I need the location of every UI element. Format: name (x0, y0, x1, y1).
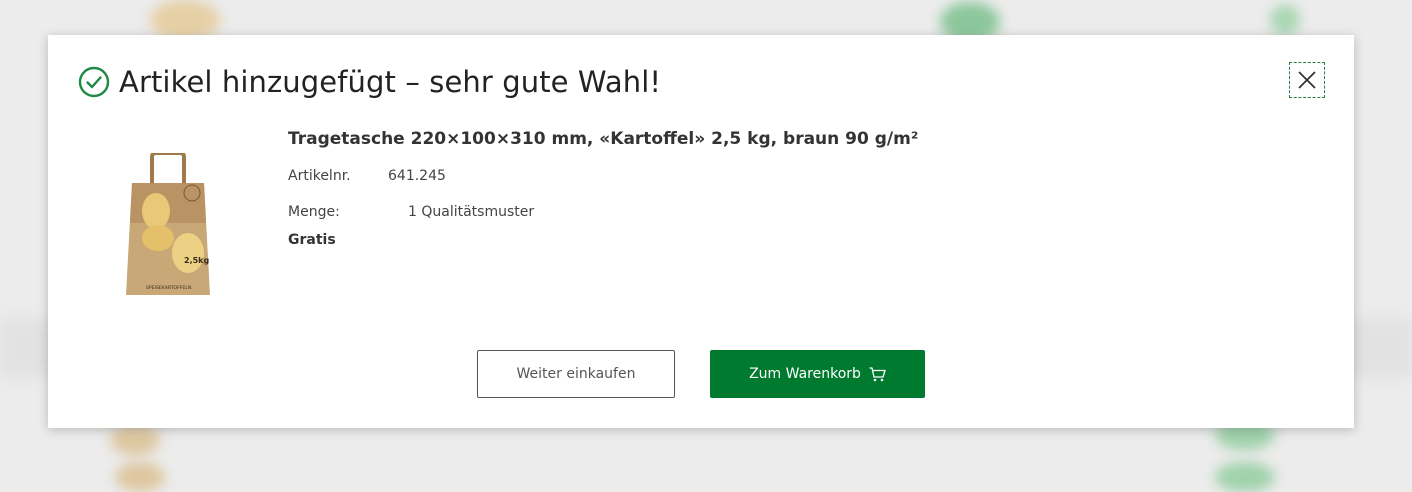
background-shape (1270, 5, 1300, 35)
add-to-cart-dialog: Artikel hinzugefügt – sehr gute Wahl! 2,… (48, 35, 1354, 428)
continue-shopping-button[interactable]: Weiter einkaufen (477, 350, 675, 398)
dialog-title: Artikel hinzugefügt – sehr gute Wahl! (119, 65, 662, 99)
go-to-cart-button[interactable]: Zum Warenkorb (710, 350, 925, 398)
background-shape (150, 0, 220, 40)
background-shape (1215, 462, 1275, 492)
dialog-header: Artikel hinzugefügt – sehr gute Wahl! (78, 65, 661, 99)
go-to-cart-label: Zum Warenkorb (749, 366, 861, 382)
article-number-label: Artikelnr. (288, 168, 351, 184)
check-circle-icon (78, 66, 110, 98)
article-number-value: 641.245 (388, 168, 446, 184)
product-details: Tragetasche 220×100×310 mm, «Kartoffel» … (288, 129, 919, 248)
close-button[interactable] (1289, 62, 1325, 98)
product-image: 2,5kg SPEISEKARTOFFELN (126, 153, 210, 295)
quantity-label: Menge: (288, 204, 340, 220)
cart-icon (869, 366, 886, 381)
background-shape (115, 462, 165, 492)
price-label: Gratis (288, 232, 336, 248)
continue-shopping-label: Weiter einkaufen (516, 366, 636, 382)
bag-weight-text: 2,5kg (184, 256, 209, 265)
close-icon (1298, 71, 1316, 89)
quantity-row: Menge: 1 Qualitätsmuster (288, 204, 534, 220)
bag-label-text: SPEISEKARTOFFELN (146, 285, 191, 291)
quantity-value: 1 Qualitätsmuster (408, 204, 535, 220)
article-number-row: Artikelnr. 641.245 (288, 168, 446, 184)
background-shape (110, 425, 160, 455)
product-name: Tragetasche 220×100×310 mm, «Kartoffel» … (288, 129, 919, 149)
